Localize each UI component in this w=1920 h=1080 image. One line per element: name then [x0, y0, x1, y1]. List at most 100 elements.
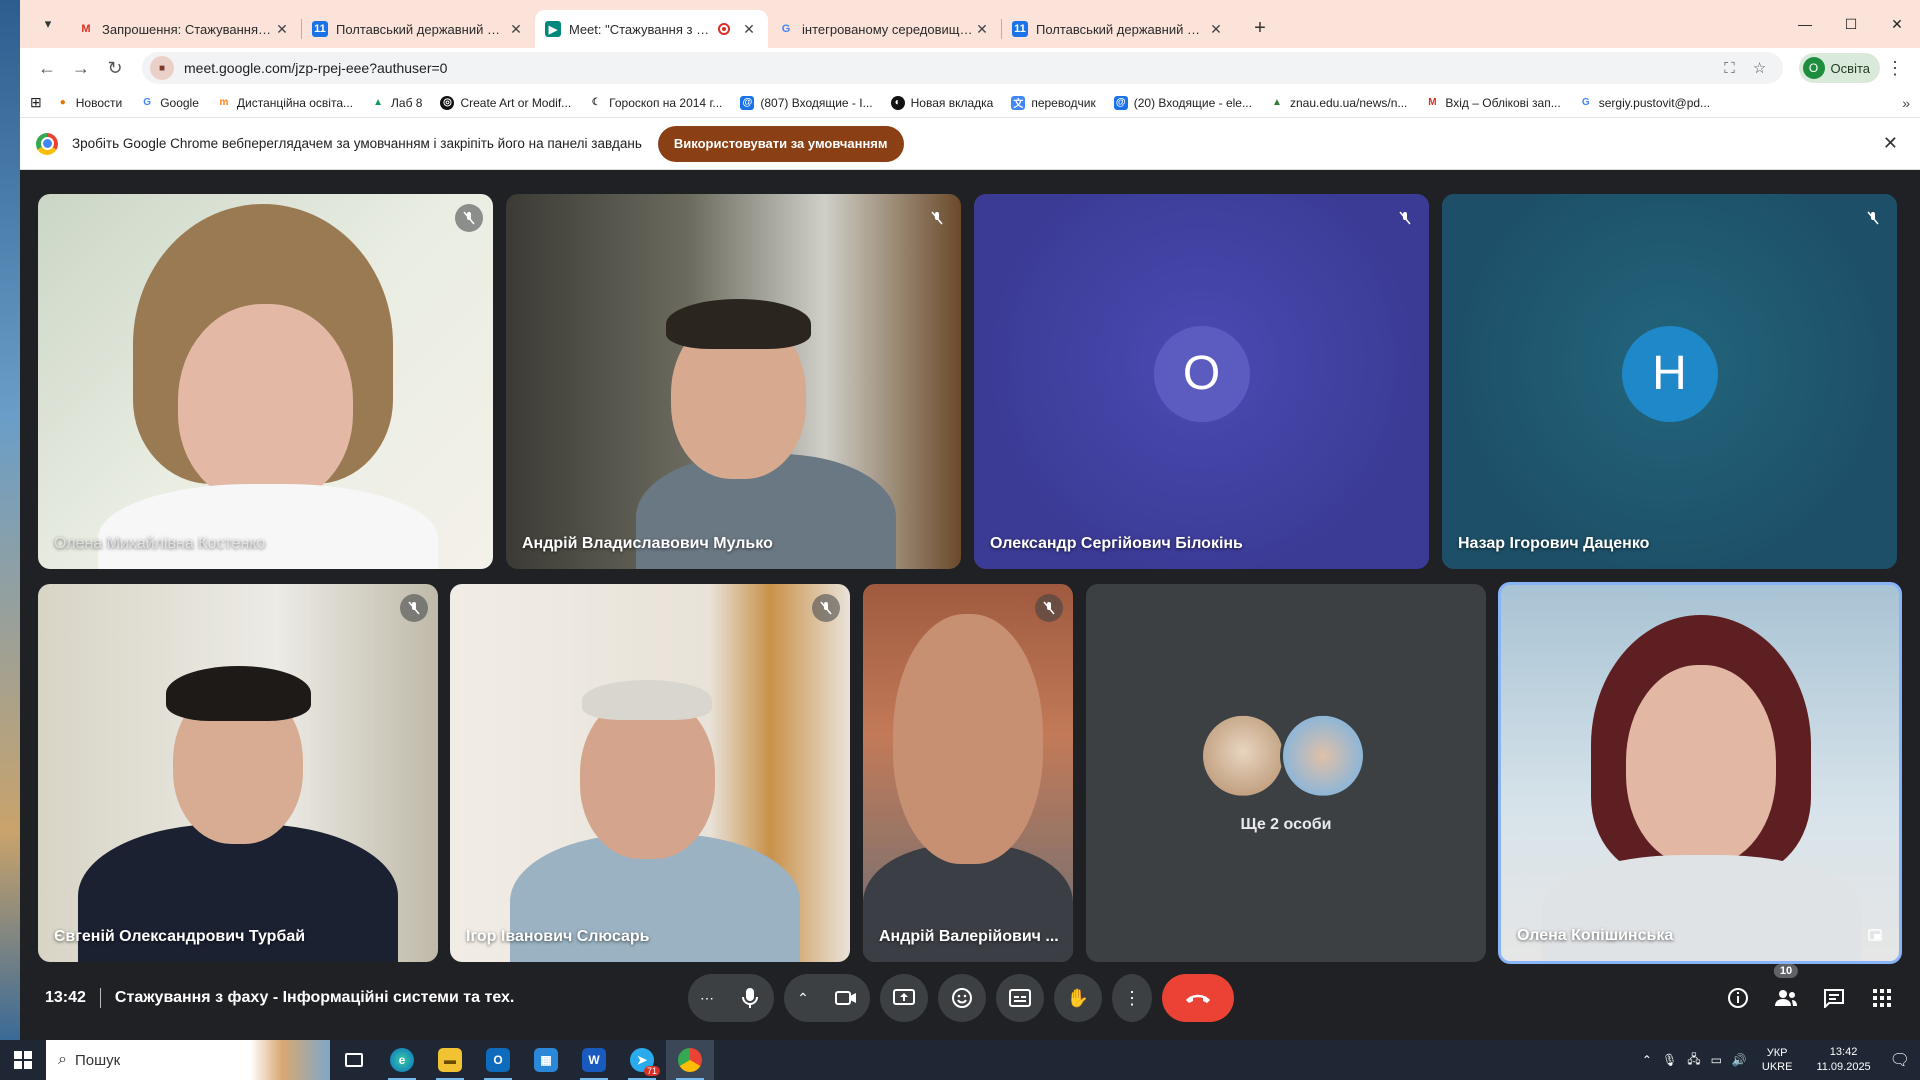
windows-taskbar: ⌕ Пошук e ▬ O ▦ W ➤ 71 ⌃ 🎙 🖧 ▭ 🔊 УКР UKRE… — [0, 1040, 1920, 1080]
system-clock[interactable]: 13:42 11.09.2025 — [1816, 1045, 1870, 1075]
bookmark-item[interactable]: ◐ Новая вкладка — [890, 95, 993, 110]
minimize-icon[interactable]: — — [1782, 0, 1828, 48]
outlook-icon[interactable]: O — [474, 1040, 522, 1080]
self-view-tile[interactable]: Олена Копішинська — [1498, 582, 1902, 964]
tab-gmail[interactable]: M Запрошення: Стажування з фа ✕ — [68, 10, 301, 48]
bookmark-item[interactable]: @ (20) Входящие - ele... — [1113, 95, 1252, 110]
bookmark-item[interactable]: ● Новости — [56, 96, 122, 110]
store-icon[interactable]: ▦ — [522, 1040, 570, 1080]
monitor-icon[interactable]: ▭ — [1711, 1053, 1722, 1067]
bookmark-label: (807) Входящие - I... — [760, 95, 873, 110]
bookmark-star-icon[interactable]: ☆ — [1745, 59, 1775, 77]
pip-icon[interactable] — [1861, 921, 1889, 949]
audio-options-icon[interactable]: ⋯ — [688, 974, 726, 1022]
profile-label: Освіта — [1830, 60, 1870, 76]
meeting-time: 13:42 — [45, 989, 86, 1006]
close-tab-icon[interactable]: ✕ — [740, 21, 758, 38]
back-icon[interactable]: ← — [30, 51, 64, 85]
captions-button[interactable] — [996, 974, 1044, 1022]
bookmark-label: Лаб 8 — [391, 95, 423, 110]
network-icon[interactable]: 🖧 — [1687, 1050, 1700, 1071]
volume-icon[interactable]: 🔊 — [1732, 1053, 1747, 1067]
edge-icon[interactable]: e — [378, 1040, 426, 1080]
show-hidden-icons-icon[interactable]: ⌃ — [1642, 1053, 1652, 1067]
bookmark-item[interactable]: Gsergiy.pustovit@pd... — [1579, 96, 1710, 110]
notifications-icon[interactable]: 🗨 — [1890, 1050, 1910, 1070]
tab-title: Запрошення: Стажування з фа — [102, 21, 273, 37]
bookmark-item[interactable]: ◎ Create Art or Modif... — [440, 95, 571, 110]
participant-tile[interactable]: Андрій Валерійович ... — [863, 584, 1073, 962]
close-tab-icon[interactable]: ✕ — [973, 21, 991, 38]
participant-tile[interactable]: О Олександр Сергійович Білокінь — [974, 194, 1429, 569]
profile-button[interactable]: О Освіта — [1798, 53, 1880, 83]
input-language[interactable]: УКР UKRE — [1762, 1046, 1793, 1074]
microphone-tray-icon[interactable]: 🎙 — [1662, 1053, 1677, 1067]
translate-icon[interactable]: ⛶ — [1715, 60, 1745, 77]
close-tab-icon[interactable]: ✕ — [1207, 21, 1225, 38]
tab-meet[interactable]: ▶ Meet: "Стажування з фаху ✕ — [535, 10, 768, 48]
url-text[interactable]: meet.google.com/jzp-rpej-eee?authuser=0 — [184, 60, 1715, 76]
tab-search-icon[interactable]: ▾ — [34, 10, 62, 38]
more-bookmarks-icon[interactable]: » — [1902, 95, 1910, 111]
meeting-info-icon[interactable] — [1714, 974, 1762, 1022]
search-placeholder: Пошук — [74, 1051, 121, 1069]
taskbar-search[interactable]: ⌕ Пошук — [46, 1040, 330, 1080]
windows-start-icon[interactable] — [0, 1040, 46, 1080]
chevron-up-icon[interactable]: ⌃ — [784, 974, 822, 1022]
close-icon[interactable]: ✕ — [1883, 133, 1904, 154]
browser-menu-icon[interactable]: ⋮ — [1880, 58, 1910, 79]
more-options-icon[interactable]: ⋮ — [1112, 974, 1152, 1022]
forward-icon[interactable]: → — [64, 51, 98, 85]
bookmark-item[interactable]: ▲ znau.edu.ua/news/n... — [1270, 96, 1407, 110]
default-browser-infobar: Зробіть Google Chrome вебпереглядачем за… — [20, 118, 1920, 170]
mail-icon: @ — [1113, 95, 1128, 110]
activities-icon[interactable] — [1858, 974, 1906, 1022]
participant-tile[interactable]: Євгеній Олександрович Турбай — [38, 584, 438, 962]
bookmark-item[interactable]: 文 переводчик — [1011, 95, 1096, 110]
reload-icon[interactable]: ↻ — [98, 51, 132, 85]
present-screen-button[interactable] — [880, 974, 928, 1022]
bookmark-item[interactable]: ☾ Гороскоп на 2014 г... — [589, 96, 723, 110]
task-view-icon[interactable] — [330, 1040, 378, 1080]
participant-tile[interactable]: Н Назар Ігорович Даценко — [1442, 194, 1897, 569]
maximize-icon[interactable]: ☐ — [1828, 0, 1874, 48]
tab-google[interactable]: G інтегрованому середовищі ро ✕ — [768, 10, 1001, 48]
new-tab-button[interactable]: + — [1245, 13, 1275, 43]
participant-name: Олена Копішинська — [1517, 927, 1674, 944]
leave-call-button[interactable] — [1162, 974, 1234, 1022]
site-info-icon[interactable]: ■ — [150, 56, 174, 80]
chrome-taskbar-icon[interactable] — [666, 1040, 714, 1080]
bookmark-item[interactable]: @ (807) Входящие - I... — [740, 95, 873, 110]
participant-tile[interactable]: Андрій Владиславович Мулько — [506, 194, 961, 569]
address-bar[interactable]: ■ meet.google.com/jzp-rpej-eee?authuser=… — [142, 52, 1783, 84]
calendar-icon: 11 — [312, 21, 328, 37]
telegram-icon[interactable]: ➤ 71 — [618, 1040, 666, 1080]
microphone-button[interactable] — [726, 974, 774, 1022]
close-tab-icon[interactable]: ✕ — [507, 21, 525, 38]
reactions-button[interactable] — [938, 974, 986, 1022]
recording-icon — [718, 23, 730, 35]
search-highlight-image — [250, 1040, 330, 1080]
participant-tile[interactable]: Олена Михайлівна Костенко — [38, 194, 493, 569]
bookmark-item[interactable]: m Дистанційна освіта... — [217, 96, 353, 110]
apps-icon[interactable]: ⊞ — [30, 94, 42, 111]
set-default-button[interactable]: Використовувати за умовчанням — [657, 125, 904, 162]
people-button[interactable]: 10 — [1762, 964, 1810, 1022]
tab-calendar-2[interactable]: 11 Полтавський державний агра ✕ — [1002, 10, 1235, 48]
camera-button[interactable] — [822, 974, 870, 1022]
word-icon[interactable]: W — [570, 1040, 618, 1080]
bookmark-item[interactable]: M Вхід – Облікові зап... — [1425, 96, 1561, 110]
tab-calendar-1[interactable]: 11 Полтавський державний агра ✕ — [302, 10, 535, 48]
file-explorer-icon[interactable]: ▬ — [426, 1040, 474, 1080]
search-icon: ⌕ — [58, 1051, 67, 1068]
chat-icon[interactable] — [1810, 974, 1858, 1022]
bookmark-item[interactable]: G Google — [140, 96, 199, 110]
close-window-icon[interactable]: ✕ — [1874, 0, 1920, 48]
more-participants-tile[interactable]: Ще 2 особи — [1086, 584, 1486, 962]
bookmark-item[interactable]: ▲ Лаб 8 — [371, 96, 422, 110]
tab-bar: ▾ M Запрошення: Стажування з фа ✕ 11 Пол… — [20, 0, 1920, 48]
raise-hand-button[interactable]: ✋ — [1054, 974, 1102, 1022]
muted-mic-icon — [812, 594, 840, 622]
close-tab-icon[interactable]: ✕ — [273, 21, 291, 38]
participant-tile[interactable]: Ігор Іванович Слюсарь — [450, 584, 850, 962]
